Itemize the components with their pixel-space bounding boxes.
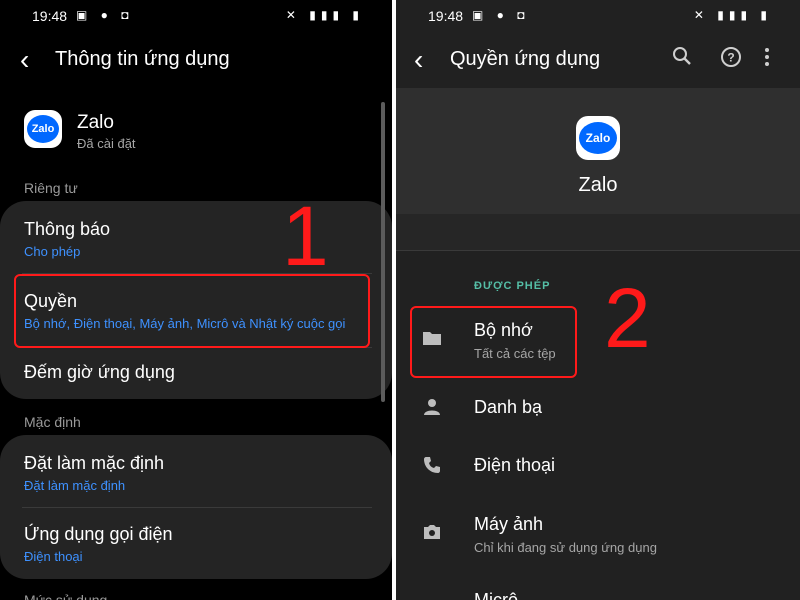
screen-time-title: Đếm giờ ứng dụng: [24, 362, 175, 382]
permission-item-camera[interactable]: Máy ảnh Chỉ khi đang sử dụng ứng dụng: [474, 514, 657, 555]
storage-highlight-box: [410, 306, 577, 378]
app-name: Zalo: [578, 174, 618, 196]
permission-item-phone[interactable]: Điện thoại: [474, 455, 555, 476]
set-default-title: Đặt làm mặc định: [24, 453, 165, 473]
section-label-privacy: Riêng tư: [24, 180, 78, 196]
header-spacer: [396, 214, 800, 250]
permission-title: Danh bạ: [474, 397, 543, 417]
set-default-item[interactable]: Đặt làm mặc định Đặt làm mặc định: [24, 453, 164, 493]
permission-subtitle: Chỉ khi đang sử dụng ứng dụng: [474, 540, 657, 555]
allowed-section-label: ĐƯỢC PHÉP: [474, 280, 551, 292]
set-default-subtitle: Đặt làm mặc định: [24, 478, 126, 493]
notifications-item[interactable]: Thông báo Cho phép: [24, 219, 110, 259]
zalo-logo-icon: Zalo: [576, 116, 620, 160]
system-status-icons: ✕ ▮▮▮ ▮: [285, 8, 364, 22]
annotation-number-1: 1: [282, 189, 329, 283]
call-app-title: Ứng dụng gọi điện: [24, 524, 173, 544]
app-header: Zalo Zalo: [396, 88, 800, 214]
search-icon[interactable]: [672, 46, 692, 72]
permission-item-contacts[interactable]: Danh bạ: [474, 397, 542, 418]
divider: [396, 250, 800, 251]
status-time: 19:48: [32, 8, 68, 24]
section-label-defaults: Mặc định: [24, 414, 81, 430]
phone-icon: [422, 456, 442, 479]
zalo-logo-icon: Zalo: [24, 110, 62, 148]
page-title: Thông tin ứng dụng: [55, 48, 230, 70]
page-title: Quyền ứng dụng: [450, 48, 601, 70]
call-app-subtitle: Điện thoại: [24, 549, 83, 564]
install-status: Đã cài đặt: [77, 136, 136, 151]
screen-time-item[interactable]: Đếm giờ ứng dụng: [24, 362, 175, 383]
status-time: 19:48: [428, 8, 464, 24]
notifications-title: Thông báo: [24, 219, 111, 239]
scrollbar[interactable]: [381, 102, 385, 402]
help-icon[interactable]: ?: [720, 46, 742, 74]
divider: [22, 507, 372, 508]
back-arrow-icon[interactable]: ‹: [20, 46, 29, 74]
permission-title: Micrô: [474, 590, 518, 600]
notification-icons: ▣ ● ◘: [76, 8, 134, 22]
permission-item-microphone[interactable]: Micrô: [474, 590, 518, 600]
app-permissions-screen: 19:48 ▣ ● ◘ ✕ ▮▮▮ ▮ ‹ Quyền ứng dụng ? Z…: [396, 0, 800, 600]
permission-title: Máy ảnh: [474, 514, 544, 534]
person-icon: [422, 398, 442, 421]
more-options-icon[interactable]: [764, 46, 770, 74]
status-bar: 19:48 ▣ ● ◘ ✕ ▮▮▮ ▮: [396, 0, 800, 32]
app-name: Zalo: [77, 112, 114, 133]
system-status-icons: ✕ ▮▮▮ ▮: [693, 8, 772, 22]
app-bar: ‹ Quyền ứng dụng ?: [396, 40, 800, 80]
logo-bubble: Zalo: [579, 122, 617, 154]
defaults-card: Đặt làm mặc định Đặt làm mặc định Ứng dụ…: [0, 435, 392, 579]
section-label-usage: Mức sử dụng: [24, 592, 108, 600]
app-bar: ‹ Thông tin ứng dụng: [0, 40, 392, 80]
logo-bubble: Zalo: [27, 115, 59, 143]
back-arrow-icon[interactable]: ‹: [414, 46, 423, 74]
svg-text:?: ?: [727, 51, 734, 65]
notifications-subtitle: Cho phép: [24, 244, 81, 259]
annotation-number-2: 2: [604, 271, 651, 365]
camera-icon: [422, 524, 442, 545]
app-info-screen: 19:48 ▣ ● ◘ ✕ ▮▮▮ ▮ ‹ Thông tin ứng dụng…: [0, 0, 392, 600]
status-bar: 19:48 ▣ ● ◘ ✕ ▮▮▮ ▮: [0, 0, 392, 32]
call-app-item[interactable]: Ứng dụng gọi điện Điện thoại: [24, 524, 173, 564]
permissions-highlight-box: [14, 274, 370, 348]
permission-title: Điện thoại: [474, 455, 556, 475]
notification-icons: ▣ ● ◘: [472, 8, 530, 22]
